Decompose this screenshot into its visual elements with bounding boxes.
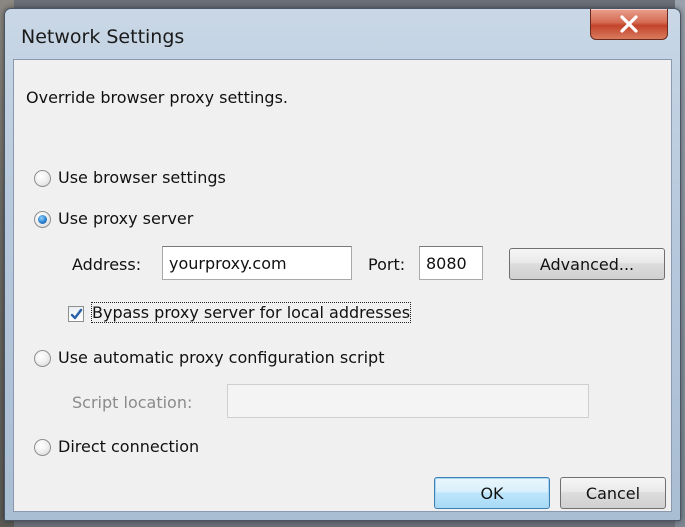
description-text: Override browser proxy settings. <box>26 88 289 107</box>
label-use-auto-config-script[interactable]: Use automatic proxy configuration script <box>58 348 384 367</box>
port-input[interactable] <box>419 246 483 280</box>
radio-direct-connection[interactable] <box>34 439 51 456</box>
label-use-proxy-server[interactable]: Use proxy server <box>58 209 193 228</box>
address-label: Address: <box>72 255 142 274</box>
window-title: Network Settings <box>21 26 185 48</box>
network-settings-dialog: Network Settings Override browser proxy … <box>4 8 681 521</box>
script-location-input[interactable] <box>227 384 589 418</box>
ok-button[interactable]: OK <box>434 477 550 509</box>
advanced-button[interactable]: Advanced... <box>509 248 665 280</box>
title-bar[interactable]: Network Settings <box>5 9 680 59</box>
port-label: Port: <box>368 255 406 274</box>
close-x-icon <box>620 15 638 33</box>
close-button[interactable] <box>590 9 668 40</box>
address-input[interactable] <box>162 246 352 280</box>
dialog-content: Override browser proxy settings. Use bro… <box>13 59 672 512</box>
label-use-browser-settings[interactable]: Use browser settings <box>58 168 226 187</box>
label-direct-connection[interactable]: Direct connection <box>58 437 199 456</box>
script-location-label: Script location: <box>72 393 193 412</box>
radio-use-proxy-server[interactable] <box>34 211 51 228</box>
bypass-checkbox[interactable] <box>68 306 84 322</box>
checkmark-icon <box>70 308 83 320</box>
bypass-label[interactable]: Bypass proxy server for local addresses <box>90 302 412 323</box>
radio-use-browser-settings[interactable] <box>34 170 51 187</box>
cancel-button[interactable]: Cancel <box>560 477 666 509</box>
radio-use-auto-config-script[interactable] <box>34 350 51 367</box>
